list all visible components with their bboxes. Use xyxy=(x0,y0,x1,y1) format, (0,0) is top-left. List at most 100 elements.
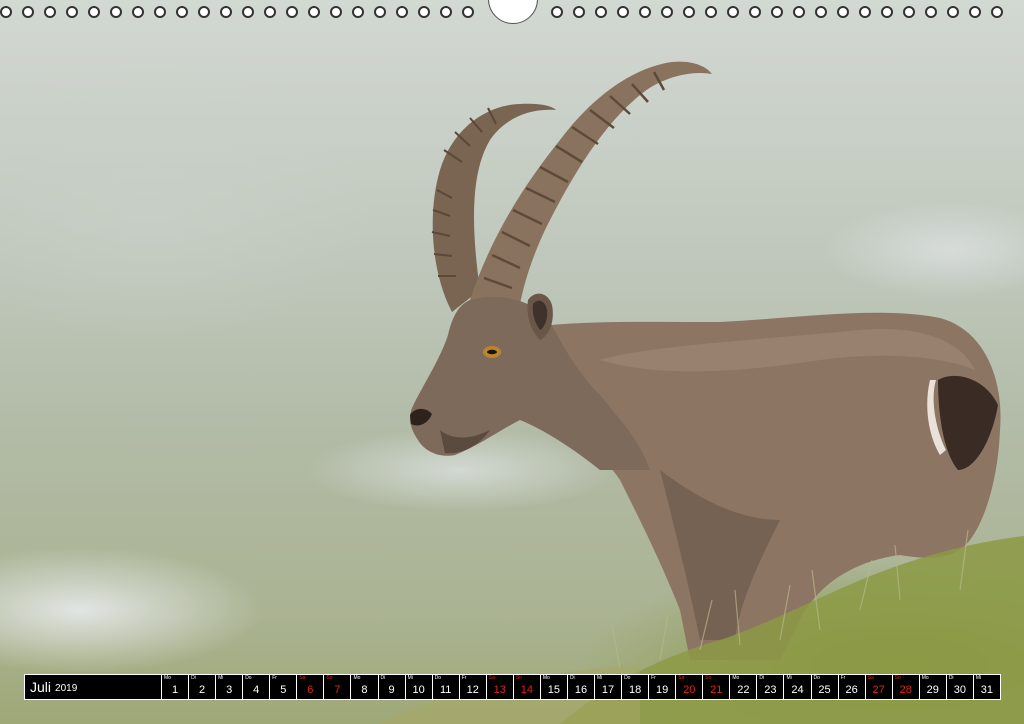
binding-ring xyxy=(396,6,408,18)
day-cell: So 14 xyxy=(513,675,540,699)
weekday-label: Sa xyxy=(867,675,874,681)
binding-ring xyxy=(859,6,871,18)
day-cell: Do 25 xyxy=(811,675,838,699)
weekday-label: Mo xyxy=(353,675,361,681)
weekday-label: Di xyxy=(948,675,954,681)
day-cell: Mi 3 xyxy=(216,675,243,699)
binding-ring xyxy=(617,6,629,18)
day-number: 28 xyxy=(899,684,912,696)
binding-ring xyxy=(220,6,232,18)
binding-ring xyxy=(991,6,1003,18)
weekday-label: So xyxy=(705,675,712,681)
day-cell: Mo 8 xyxy=(351,675,378,699)
weekday-label: Mi xyxy=(786,675,792,681)
day-number: 19 xyxy=(656,684,669,696)
day-cell: Di 23 xyxy=(757,675,784,699)
day-cell: Mo 29 xyxy=(919,675,946,699)
weekday-label: Mo xyxy=(732,675,740,681)
weekday-label: Sa xyxy=(299,675,306,681)
weekday-label: Mi xyxy=(975,675,982,681)
binding-ring xyxy=(440,6,452,18)
day-cell: Di 2 xyxy=(189,675,216,699)
day-number: 13 xyxy=(493,684,506,696)
day-cell: Sa 20 xyxy=(676,675,703,699)
day-cell: Mi 31 xyxy=(973,675,1000,699)
binding-ring xyxy=(749,6,761,18)
day-cell: Fr 5 xyxy=(270,675,297,699)
day-cell: Mi 24 xyxy=(784,675,811,699)
binding-ring xyxy=(198,6,210,18)
day-number: 9 xyxy=(388,684,395,696)
binding-ring xyxy=(110,6,122,18)
day-number: 27 xyxy=(872,684,885,696)
binding-ring xyxy=(771,6,783,18)
day-number: 29 xyxy=(926,684,939,696)
day-number: 10 xyxy=(412,684,425,696)
weekday-label: Fr xyxy=(272,675,277,681)
binding-ring xyxy=(683,6,695,18)
binding-ring xyxy=(661,6,673,18)
day-number: 6 xyxy=(307,684,314,696)
day-cell: So 28 xyxy=(892,675,919,699)
weekday-label: Di xyxy=(380,675,386,681)
binding-ring xyxy=(286,6,298,18)
binding-ring xyxy=(947,6,959,18)
day-cell: Fr 26 xyxy=(838,675,865,699)
day-number: 1 xyxy=(171,684,179,696)
day-number: 26 xyxy=(845,684,858,696)
day-number: 2 xyxy=(199,684,206,696)
day-number: 3 xyxy=(226,684,233,696)
weekday-label: Mi xyxy=(218,675,224,681)
binding-ring xyxy=(727,6,739,18)
day-cell: So 7 xyxy=(324,675,351,699)
day-number: 12 xyxy=(466,684,479,696)
binding-ring xyxy=(22,6,34,18)
day-cell: Sa 13 xyxy=(486,675,513,699)
weekday-label: Do xyxy=(245,675,252,681)
weekday-label: Mo xyxy=(921,675,929,681)
hanger-hole xyxy=(488,0,538,24)
binding-ring xyxy=(462,6,474,18)
day-number: 7 xyxy=(334,684,341,696)
weekday-label: Mo xyxy=(164,675,171,681)
day-number: 16 xyxy=(574,684,588,696)
weekday-label: Mi xyxy=(407,675,413,681)
day-number: 8 xyxy=(361,684,368,696)
day-cell: Sa 6 xyxy=(297,675,324,699)
binding-ring xyxy=(925,6,937,18)
month-name: Juli xyxy=(30,679,52,695)
weekday-label: Mi xyxy=(597,675,603,681)
binding-ring xyxy=(418,6,430,18)
day-cell: Fr 12 xyxy=(459,675,486,699)
binding-ring xyxy=(352,6,364,18)
binding-ring xyxy=(0,6,12,18)
weekday-label: Fr xyxy=(461,675,467,681)
binding-ring xyxy=(705,6,717,18)
spiral-binding xyxy=(0,0,1024,26)
weekday-label: Sa xyxy=(488,675,495,681)
binding-ring xyxy=(837,6,849,18)
binding-ring xyxy=(242,6,254,18)
binding-ring xyxy=(176,6,188,18)
binding-ring xyxy=(154,6,166,18)
weekday-label: Fr xyxy=(840,675,846,681)
binding-ring xyxy=(969,6,981,18)
binding-ring xyxy=(308,6,320,18)
weekday-label: Di xyxy=(569,675,575,681)
day-cell: Mo 22 xyxy=(730,675,757,699)
day-number: 30 xyxy=(953,684,966,696)
day-number: 24 xyxy=(791,684,804,696)
calendar-strip: Juli 2019 Mo 1 Di 2 Mi 3 Do 4 Fr 5 Sa 6 So 7 Mo 8 Di 9 Mi 1… xyxy=(24,674,1001,700)
day-number: 20 xyxy=(683,684,696,696)
binding-ring xyxy=(330,6,342,18)
day-cell: Fr 19 xyxy=(649,675,676,699)
binding-ring xyxy=(881,6,893,18)
binding-ring xyxy=(264,6,276,18)
day-cell: Mi 10 xyxy=(405,675,432,699)
day-number: 17 xyxy=(601,684,615,696)
weekday-label: So xyxy=(894,675,901,681)
day-number: 14 xyxy=(520,684,533,696)
day-number: 21 xyxy=(710,684,723,696)
binding-ring xyxy=(66,6,78,18)
day-cell: Di 9 xyxy=(378,675,405,699)
